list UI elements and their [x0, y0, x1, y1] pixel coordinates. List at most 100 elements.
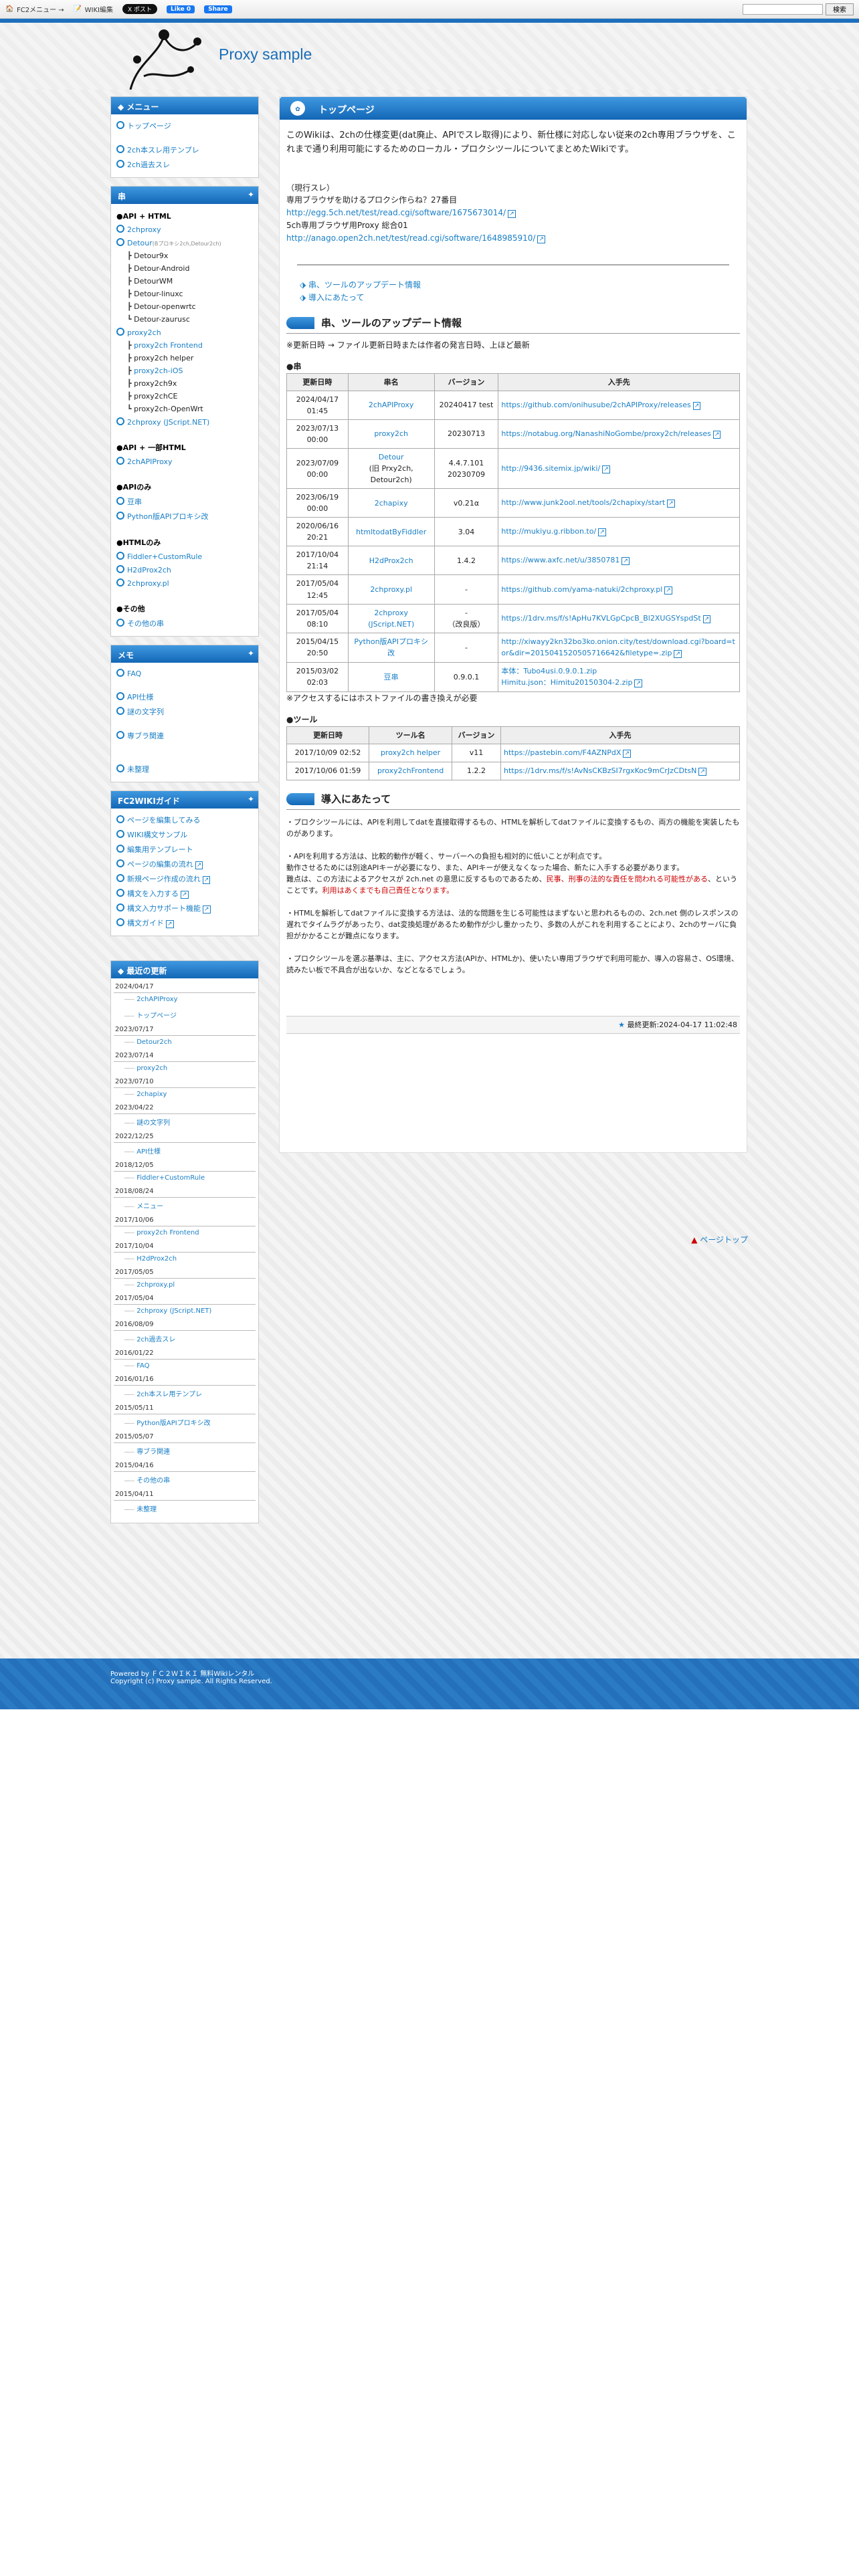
- fc2wiki-link[interactable]: ＦＣ２ＷＩＫＩ 無料Wikiレンタル: [151, 1671, 254, 1678]
- memo-nazo-link[interactable]: 謎の文字列: [127, 708, 164, 716]
- cell-source-link[interactable]: https://pastebin.com/F4AZNPdX: [504, 748, 631, 757]
- x-post-button[interactable]: X ポスト: [122, 4, 158, 14]
- proxy2ch-sub-2[interactable]: proxy2ch-iOS: [134, 366, 183, 375]
- guide-box: FC2WIKIガイド ✦ ページを編集してみる WIKI構文サンプル 編集用テンプ…: [110, 790, 259, 936]
- kushi-jscript-link[interactable]: 2chproxy (JScript.NET): [127, 418, 209, 427]
- cell-name-link[interactable]: H2dProx2ch: [369, 556, 413, 565]
- table-row: 2015/04/15 20:50 Python版APIプロキシ改 - http://x…: [286, 632, 740, 663]
- cell-source-link[interactable]: https://1drv.ms/f/s!AvNsCKBzSI7rgxKoc9mC…: [504, 766, 706, 775]
- recent-page-link[interactable]: 2chapixy: [136, 1091, 167, 1098]
- kushi-pl-link[interactable]: 2chproxy.pl: [127, 579, 169, 588]
- memo-mitou-link[interactable]: 未整理: [127, 765, 149, 774]
- recent-page-link[interactable]: 2chproxy (JScript.NET): [136, 1307, 211, 1315]
- kushi-chapi-link[interactable]: 2chAPIProxy: [127, 457, 173, 466]
- recent-page-link[interactable]: FAQ: [136, 1362, 149, 1370]
- recent-page-item: メニュー: [114, 1198, 256, 1214]
- memo-faq-link[interactable]: FAQ: [127, 669, 141, 678]
- cell-name-link[interactable]: proxy2chFrontend: [377, 766, 444, 775]
- recent-page-link[interactable]: 2chproxy.pl: [136, 1281, 175, 1289]
- detour-sub-2: DetourWM: [116, 275, 253, 288]
- cell-name-link[interactable]: 2chproxy (JScript.NET): [368, 609, 414, 629]
- guide-item-7[interactable]: 構文ガイド: [127, 919, 174, 928]
- table-row: 2024/04/17 01:45 2chAPIProxy 20240417 test…: [286, 390, 740, 420]
- recent-page-link[interactable]: トップページ: [136, 1012, 177, 1020]
- guide-item-1[interactable]: WIKI構文サンプル: [127, 831, 187, 839]
- guide-item-2[interactable]: 編集用テンプレート: [127, 845, 193, 854]
- thread-url-2[interactable]: http://anago.open2ch.net/test/read.cgi/s…: [286, 233, 545, 243]
- table-row: 2023/07/09 00:00 Detour (旧 Prxy2ch, Detour…: [286, 448, 740, 490]
- cell-source-link[interactable]: https://1drv.ms/f/s!ApHu7KVLGpCpcB_Bl2XU…: [501, 614, 710, 623]
- memo-senpura-link[interactable]: 専ブラ関連: [127, 732, 164, 740]
- kushi-other-link[interactable]: その他の串: [127, 619, 164, 628]
- wiki-edit-link[interactable]: 📝 WIKI編集: [74, 4, 113, 15]
- proxy2ch-sub-0[interactable]: proxy2ch Frontend: [134, 341, 203, 350]
- recent-page-link[interactable]: 2chAPIProxy: [136, 996, 177, 1003]
- menu-item-template[interactable]: 2ch本スレ用テンプレ: [127, 146, 199, 154]
- site-footer: Powered by ＦＣ２ＷＩＫＩ 無料Wikiレンタル Copyright …: [0, 1658, 859, 1709]
- cell-name-link[interactable]: 2chproxy.pl: [370, 585, 412, 594]
- col-version: バージョン: [434, 372, 499, 391]
- cell-source-link[interactable]: https://notabug.org/NanashiNoGombe/proxy…: [501, 429, 721, 438]
- kushi-python-link[interactable]: Python版APIプロキシ改: [127, 512, 209, 521]
- menu-item-top[interactable]: トップページ: [127, 122, 171, 130]
- cell-source-link[interactable]: http://9436.sitemix.jp/wiki/: [501, 464, 609, 473]
- recent-page-link[interactable]: H2dProx2ch: [136, 1255, 177, 1263]
- cell-name-link[interactable]: 2chapixy: [375, 499, 408, 508]
- cell-version: 1.4.2: [434, 546, 499, 576]
- memo-api-link[interactable]: API仕様: [127, 693, 153, 702]
- kushi-2chproxy-link[interactable]: 2chproxy: [127, 225, 161, 234]
- recent-page-link[interactable]: その他の串: [136, 1477, 170, 1485]
- recent-page-link[interactable]: メニュー: [136, 1203, 163, 1210]
- recent-page-link[interactable]: Detour2ch: [136, 1039, 172, 1046]
- cell-source-link[interactable]: https://github.com/yama-natuki/2chproxy.…: [501, 585, 672, 594]
- cell-source: https://1drv.ms/f/s!ApHu7KVLGpCpcB_Bl2XU…: [498, 603, 740, 633]
- page-top-link[interactable]: ▲ ページトップ: [691, 1234, 748, 1245]
- recent-page-link[interactable]: API仕様: [136, 1148, 161, 1156]
- cell-source-link[interactable]: http://www.junk2ool.net/tools/2chapixy/s…: [501, 498, 674, 507]
- recent-page-link[interactable]: 2ch過去スレ: [136, 1336, 175, 1344]
- fb-like-button[interactable]: Like 0: [167, 5, 195, 13]
- kushi-detour-link[interactable]: Detour: [127, 239, 153, 247]
- kushi-proxy2ch-link[interactable]: proxy2ch: [127, 328, 161, 337]
- guide-item-4[interactable]: 新規ページ作成の流れ: [127, 875, 210, 883]
- guide-item-3[interactable]: ページの編集の流れ: [127, 860, 203, 869]
- kushi-fiddler-link[interactable]: Fiddler+CustomRule: [127, 552, 202, 561]
- cell-date: 2017/10/06 01:59: [286, 761, 370, 780]
- search-button[interactable]: 検索: [826, 3, 854, 15]
- thread-url-1[interactable]: http://egg.5ch.net/test/read.cgi/softwar…: [286, 208, 516, 217]
- recent-page-link[interactable]: Python版APIプロキシ改: [136, 1420, 210, 1427]
- cell-source-link[interactable]: http://xiwayy2kn32bo3ko.onion.city/test/…: [501, 637, 735, 657]
- cell-source-link[interactable]: https://github.com/onihusube/2chAPIProxy…: [501, 401, 700, 409]
- recent-page-link[interactable]: 謎の文字列: [136, 1119, 170, 1127]
- cell-name-link[interactable]: 豆串: [384, 673, 399, 681]
- menu-item-past-threads[interactable]: 2ch過去スレ: [127, 160, 170, 169]
- cell-name-link[interactable]: 2chAPIProxy: [369, 401, 414, 409]
- cell-source-link[interactable]: https://www.axfc.net/u/3850781: [501, 556, 630, 564]
- guide-item-5[interactable]: 構文を入力する: [127, 889, 189, 898]
- cell-name-link[interactable]: htmltodatByFiddler: [356, 528, 426, 536]
- kushi-h2d-link[interactable]: H2dProx2ch: [127, 566, 171, 574]
- recent-page-link[interactable]: proxy2ch: [136, 1065, 167, 1072]
- cell-name-link[interactable]: proxy2ch helper: [381, 748, 440, 757]
- toc-link-intro[interactable]: 導入にあたって: [300, 293, 364, 302]
- cell-source-link[interactable]: 本体：Tubo4usi.0.9.0.1.zip Himitu.json：Himi…: [501, 667, 642, 687]
- recent-page-link[interactable]: 未整理: [136, 1506, 157, 1513]
- fb-share-button[interactable]: Share: [204, 5, 232, 13]
- guide-item-0[interactable]: ページを編集してみる: [127, 816, 200, 825]
- cell-name-link[interactable]: Python版APIプロキシ改: [354, 637, 428, 657]
- recent-page-link[interactable]: proxy2ch Frontend: [136, 1229, 199, 1237]
- cell-name-link[interactable]: Detour: [379, 453, 404, 461]
- detour-sub-1: Detour-Android: [116, 262, 253, 275]
- search-input[interactable]: [743, 3, 823, 15]
- kushi-tofu-link[interactable]: 豆串: [127, 498, 142, 506]
- site-title[interactable]: Proxy sample: [219, 45, 312, 64]
- recent-page-link[interactable]: Fiddler+CustomRule: [136, 1174, 205, 1182]
- guide-item-6[interactable]: 構文入力サポート機能: [127, 904, 211, 913]
- recent-date: 2017/05/04: [114, 1293, 256, 1305]
- recent-page-link[interactable]: 専ブラ関連: [136, 1448, 170, 1456]
- cell-source-link[interactable]: http://mukiyu.g.ribbon.to/: [501, 527, 605, 536]
- recent-page-link[interactable]: 2ch本スレ用テンプレ: [136, 1391, 202, 1398]
- cell-name-link[interactable]: proxy2ch: [374, 429, 408, 438]
- fc2-menu-link[interactable]: 🏠 FC2メニュー →: [5, 4, 64, 15]
- toc-link-updates[interactable]: 串、ツールのアップデート情報: [300, 280, 421, 290]
